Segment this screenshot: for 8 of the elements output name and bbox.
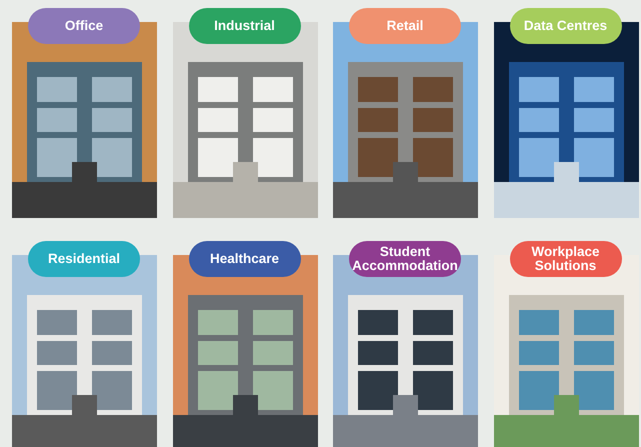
category-label: Data Centres bbox=[510, 8, 622, 44]
category-label: Healthcare bbox=[188, 241, 300, 277]
category-label: Industrial bbox=[188, 8, 300, 44]
category-label: Student Accommodation bbox=[349, 241, 461, 277]
category-label: Residential bbox=[28, 241, 140, 277]
category-label: Retail bbox=[349, 8, 461, 44]
category-label: Workplace Solutions bbox=[510, 241, 622, 277]
category-label: Office bbox=[28, 8, 140, 44]
